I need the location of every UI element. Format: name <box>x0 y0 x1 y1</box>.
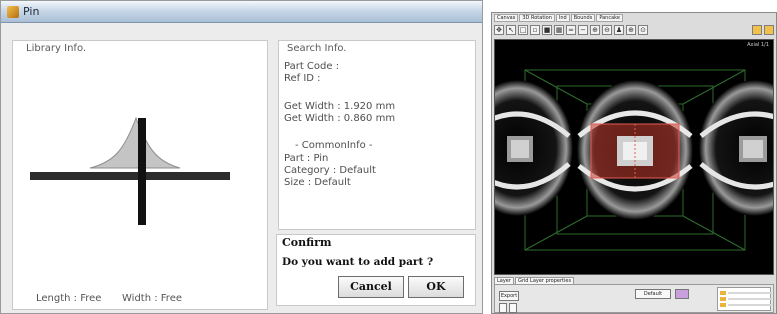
part-field: Part : Pin <box>284 153 329 164</box>
move-icon[interactable]: ✥ <box>494 25 504 35</box>
tab-pancake[interactable]: Pancake <box>596 14 623 22</box>
category-field: Category : Default <box>284 165 376 176</box>
layer-tree[interactable] <box>717 287 772 311</box>
line-icon[interactable]: ═ <box>566 25 576 35</box>
pan-icon[interactable]: ↖ <box>506 25 516 35</box>
save-icon[interactable] <box>764 25 774 35</box>
width-label: Width : Free <box>122 293 182 304</box>
grid-icon[interactable]: ▦ <box>554 25 564 35</box>
ct-scan-image <box>495 69 773 251</box>
zoom-in-icon[interactable]: ⊕ <box>626 25 636 35</box>
export-button[interactable]: Export <box>499 291 519 301</box>
library-info-legend: Library Info. <box>24 43 89 54</box>
folder-icon <box>720 303 726 307</box>
part-preview <box>30 116 230 225</box>
dialog-titlebar[interactable]: Pin <box>1 1 482 23</box>
folder-icon <box>720 297 726 301</box>
zoom-icon[interactable]: ⊕ <box>590 25 600 35</box>
app-toolbar: ✥ ↖ □ ▫ ■ ▦ ═ − ⊕ ⊖ ♟ ⊕ ⊙ <box>494 23 774 37</box>
frame-icon[interactable]: ▫ <box>530 25 540 35</box>
tab-bounds[interactable]: Bounds <box>570 14 596 22</box>
lower-panel: Export Default <box>494 284 774 313</box>
sphere-left <box>495 80 573 216</box>
select-box-icon[interactable]: □ <box>518 25 528 35</box>
tab-3d-rotation[interactable]: 3D Rotation <box>519 14 555 22</box>
ct-viewport[interactable]: Axial 1/1 <box>494 39 774 275</box>
screenshot-root: Pin Library Info. Length : Free Width : … <box>0 0 777 314</box>
confirm-title: Confirm <box>282 236 332 249</box>
ref-id-field: Ref ID : <box>284 73 321 84</box>
tab-ind[interactable]: Ind <box>555 14 570 22</box>
zoom-out-icon[interactable]: ⊖ <box>602 25 612 35</box>
person-icon[interactable]: ♟ <box>614 25 624 35</box>
dialog-title: Pin <box>23 5 40 18</box>
get-width-1: Get Width : 1.920 mm <box>284 101 396 112</box>
get-width-2: Get Width : 0.860 mm <box>284 113 396 124</box>
zoom-fit-icon[interactable]: ⊙ <box>638 25 648 35</box>
viewport-label: Axial 1/1 <box>747 42 769 48</box>
default-button[interactable]: Default <box>635 289 671 299</box>
part-code-field: Part Code : <box>284 61 340 72</box>
pin-lead-vertical <box>138 118 146 225</box>
size-field: Size : Default <box>284 177 351 188</box>
pin-pad-horizontal <box>30 172 230 180</box>
search-info-legend: Search Info. <box>285 43 349 54</box>
small-button-1[interactable] <box>499 303 507 313</box>
tree-row <box>728 304 772 306</box>
confirm-question: Do you want to add part ? <box>282 256 434 268</box>
imaging-app-window: Canvas 3D Rotation Ind Bounds Pancake ✥ … <box>491 12 777 314</box>
length-label: Length : Free <box>36 293 102 304</box>
small-button-2[interactable] <box>509 303 517 313</box>
tab-canvas[interactable]: Canvas <box>494 14 519 22</box>
tree-row <box>728 292 772 294</box>
common-info-heading: - CommonInfo - <box>295 140 373 151</box>
cancel-button[interactable]: Cancel <box>338 276 404 298</box>
pin-shadow-shape <box>89 116 181 169</box>
folder-icon[interactable] <box>752 25 762 35</box>
folder-icon <box>720 291 726 295</box>
app-tab-bar: Canvas 3D Rotation Ind Bounds Pancake <box>494 14 623 22</box>
minus-icon[interactable]: − <box>578 25 588 35</box>
ok-button[interactable]: OK <box>408 276 464 298</box>
color-swatch[interactable] <box>675 289 689 299</box>
app-icon <box>7 6 19 18</box>
tree-row <box>728 298 772 300</box>
fill-icon[interactable]: ■ <box>542 25 552 35</box>
